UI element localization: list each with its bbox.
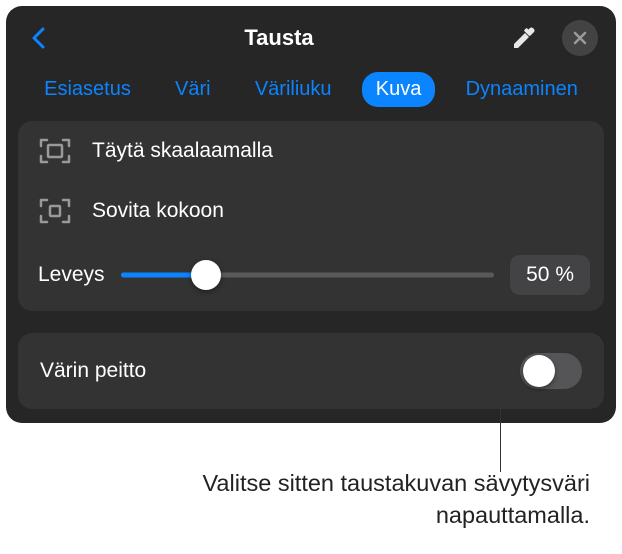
tab-gradient[interactable]: Väriliuku xyxy=(241,72,346,107)
close-button[interactable] xyxy=(562,20,598,56)
header: Tausta xyxy=(6,6,616,72)
callout-line xyxy=(500,390,501,472)
tab-bar: Esiasetus Väri Väriliuku Kuva Dynaaminen xyxy=(6,72,616,121)
tab-image[interactable]: Kuva xyxy=(362,72,436,107)
color-overlay-toggle[interactable] xyxy=(520,353,582,389)
width-slider[interactable] xyxy=(121,260,495,290)
eyedropper-icon xyxy=(510,24,538,52)
tab-dynamic[interactable]: Dynaaminen xyxy=(452,72,592,107)
slider-thumb[interactable] xyxy=(191,260,221,290)
option-scale-fill[interactable]: Täytä skaalaamalla xyxy=(18,121,604,181)
scale-fill-label: Täytä skaalaamalla xyxy=(92,139,273,163)
width-value[interactable]: 50 % xyxy=(510,255,590,295)
eyedropper-button[interactable] xyxy=(506,20,542,56)
chevron-left-icon xyxy=(30,26,46,50)
tab-preset[interactable]: Esiasetus xyxy=(30,72,145,107)
fit-label: Sovita kokoon xyxy=(92,199,224,223)
color-overlay-row: Värin peitto xyxy=(18,333,604,409)
background-panel: Tausta Esiasetus Väri Väriliuku Kuva Dyn… xyxy=(6,6,616,423)
width-slider-row: Leveys 50 % xyxy=(18,241,604,311)
callout-text: Valitse sitten taustakuvan sävytysväri n… xyxy=(170,468,590,531)
option-fit[interactable]: Sovita kokoon xyxy=(18,181,604,241)
tab-color[interactable]: Väri xyxy=(161,72,225,107)
color-overlay-label: Värin peitto xyxy=(40,359,146,383)
content: Täytä skaalaamalla Sovita kokoon Leveys xyxy=(6,121,616,423)
scale-fill-icon xyxy=(38,137,72,165)
width-label: Leveys xyxy=(38,263,105,287)
toggle-knob xyxy=(523,355,555,387)
close-icon xyxy=(572,30,588,46)
scale-options-group: Täytä skaalaamalla Sovita kokoon Leveys xyxy=(18,121,604,311)
fit-icon xyxy=(38,197,72,225)
back-button[interactable] xyxy=(24,24,52,52)
page-title: Tausta xyxy=(244,25,313,51)
